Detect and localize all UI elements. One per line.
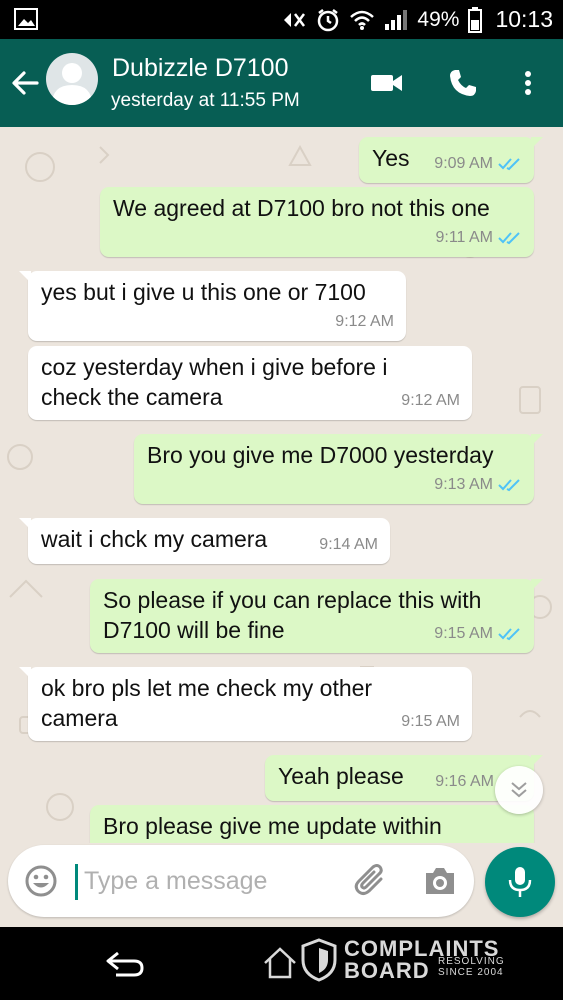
message-time: 9:15 AM (401, 713, 460, 730)
message-line: camera (41, 705, 118, 731)
video-call-icon (371, 75, 402, 91)
message-text: So please if you can replace this with D… (103, 585, 481, 645)
emoji-icon[interactable] (24, 864, 58, 898)
battery-icon (468, 6, 483, 33)
message-bubble-outgoing[interactable]: Yeah please 9:16 AM (265, 755, 543, 801)
clock: 10:13 (495, 6, 553, 32)
message-bubble-incoming[interactable]: ok bro pls let me check my other camera … (19, 667, 472, 741)
text-cursor (75, 864, 78, 900)
image-icon (14, 8, 38, 30)
bubble-tail (19, 271, 31, 283)
nav-back-icon[interactable] (104, 949, 146, 979)
default-avatar-icon (52, 63, 92, 105)
read-ticks-icon (498, 158, 520, 171)
message-time: 9:16 AM (435, 773, 494, 790)
wifi-icon (350, 10, 375, 30)
message-text: ok bro pls let me check my other camera (41, 673, 372, 733)
message-text: wait i chck my camera (41, 526, 268, 552)
house-icon (264, 947, 296, 979)
message-meta: 9:16 AM (435, 767, 494, 797)
more-options-button[interactable] (510, 65, 546, 101)
message-text: Yeah please (278, 763, 404, 789)
read-ticks-icon (498, 232, 520, 245)
message-line: So please if you can replace this with (103, 587, 482, 613)
phone-icon (450, 70, 476, 96)
avatar[interactable] (46, 53, 98, 105)
message-text: We agreed at D7100 bro not this one (113, 195, 490, 221)
bubble-tail (531, 137, 543, 149)
message-line: check the camera (41, 384, 223, 410)
message-bubble-incoming[interactable]: yes but i give u this one or 7100 9:12 A… (19, 271, 406, 341)
message-composer[interactable] (8, 845, 474, 917)
message-text: Yes (372, 145, 410, 171)
camera-icon[interactable] (423, 864, 457, 898)
message-line: ok bro pls let me check my other (41, 675, 373, 701)
video-call-button[interactable] (369, 65, 405, 101)
message-list[interactable]: Yes 9:09 AM We agreed at D7100 bro not t… (0, 127, 563, 843)
message-bubble-outgoing[interactable]: Yes 9:09 AM (359, 137, 543, 183)
chat-header: Dubizzle D7100 yesterday at 11:55 PM (0, 39, 563, 127)
message-meta: 9:14 AM (319, 530, 378, 560)
message-time: 9:12 AM (401, 392, 460, 409)
battery-percent: 49% (417, 7, 460, 31)
contact-name[interactable]: Dubizzle D7100 (112, 54, 289, 83)
watermark: COMPLAINTS BOARD RESOLVING SINCE 2004 (262, 936, 522, 986)
message-time: 9:11 AM (435, 229, 493, 246)
status-bar: 49% 10:13 (0, 0, 563, 39)
message-bubble-outgoing[interactable]: Bro please give me update within (90, 805, 534, 843)
bubble-tail (531, 434, 543, 446)
mic-icon (508, 867, 532, 897)
attach-icon[interactable] (353, 863, 389, 899)
shield-logo-icon (301, 938, 337, 982)
message-meta: 9:12 AM (335, 307, 394, 337)
message-text: Bro you give me D7000 yesterday (147, 442, 494, 468)
double-chevron-down-icon (511, 782, 527, 798)
read-ticks-icon (498, 479, 520, 492)
message-bubble-outgoing[interactable]: Bro you give me D7000 yesterday 9:13 AM (134, 434, 543, 504)
message-time: 9:14 AM (319, 536, 378, 553)
message-meta: 9:11 AM (435, 223, 522, 253)
bubble-tail (19, 518, 31, 530)
message-text: coz yesterday when i give before i check… (41, 352, 387, 412)
bubble-tail (531, 755, 543, 767)
mute-icon (284, 12, 306, 27)
message-line: coz yesterday when i give before i (41, 354, 388, 380)
message-bubble-incoming[interactable]: wait i chck my camera 9:14 AM (19, 518, 390, 564)
message-meta: 9:13 AM (434, 470, 522, 500)
voice-call-button[interactable] (445, 65, 481, 101)
message-meta: 9:15 AM (434, 619, 522, 649)
watermark-tagline: RESOLVING SINCE 2004 (438, 956, 505, 978)
message-line: D7100 will be fine (103, 617, 285, 643)
back-arrow-icon[interactable] (10, 68, 40, 98)
message-meta: 9:15 AM (401, 707, 460, 737)
signal-icon (385, 9, 408, 30)
message-text: Bro please give me update within (103, 813, 442, 839)
message-text: yes but i give u this one or 7100 (41, 279, 366, 305)
watermark-line2: BOARD (344, 958, 430, 983)
alarm-icon (318, 8, 339, 31)
more-vert-icon (525, 71, 531, 95)
voice-message-button[interactable] (485, 847, 555, 917)
message-bubble-incoming[interactable]: coz yesterday when i give before i check… (28, 346, 472, 420)
message-time: 9:09 AM (434, 155, 493, 172)
read-ticks-icon (498, 628, 520, 641)
message-input[interactable] (84, 857, 334, 905)
last-seen: yesterday at 11:55 PM (111, 90, 300, 111)
message-meta: 9:09 AM (434, 149, 522, 179)
scroll-to-bottom-button[interactable] (495, 766, 543, 814)
bubble-tail (531, 579, 543, 591)
message-time: 9:13 AM (434, 476, 493, 493)
message-bubble-outgoing[interactable]: We agreed at D7100 bro not this one 9:11… (100, 187, 534, 257)
message-time: 9:12 AM (335, 313, 394, 330)
message-time: 9:15 AM (434, 625, 493, 642)
bubble-tail (19, 667, 31, 679)
message-bubble-outgoing[interactable]: So please if you can replace this with D… (90, 579, 543, 653)
message-meta: 9:12 AM (401, 386, 460, 416)
